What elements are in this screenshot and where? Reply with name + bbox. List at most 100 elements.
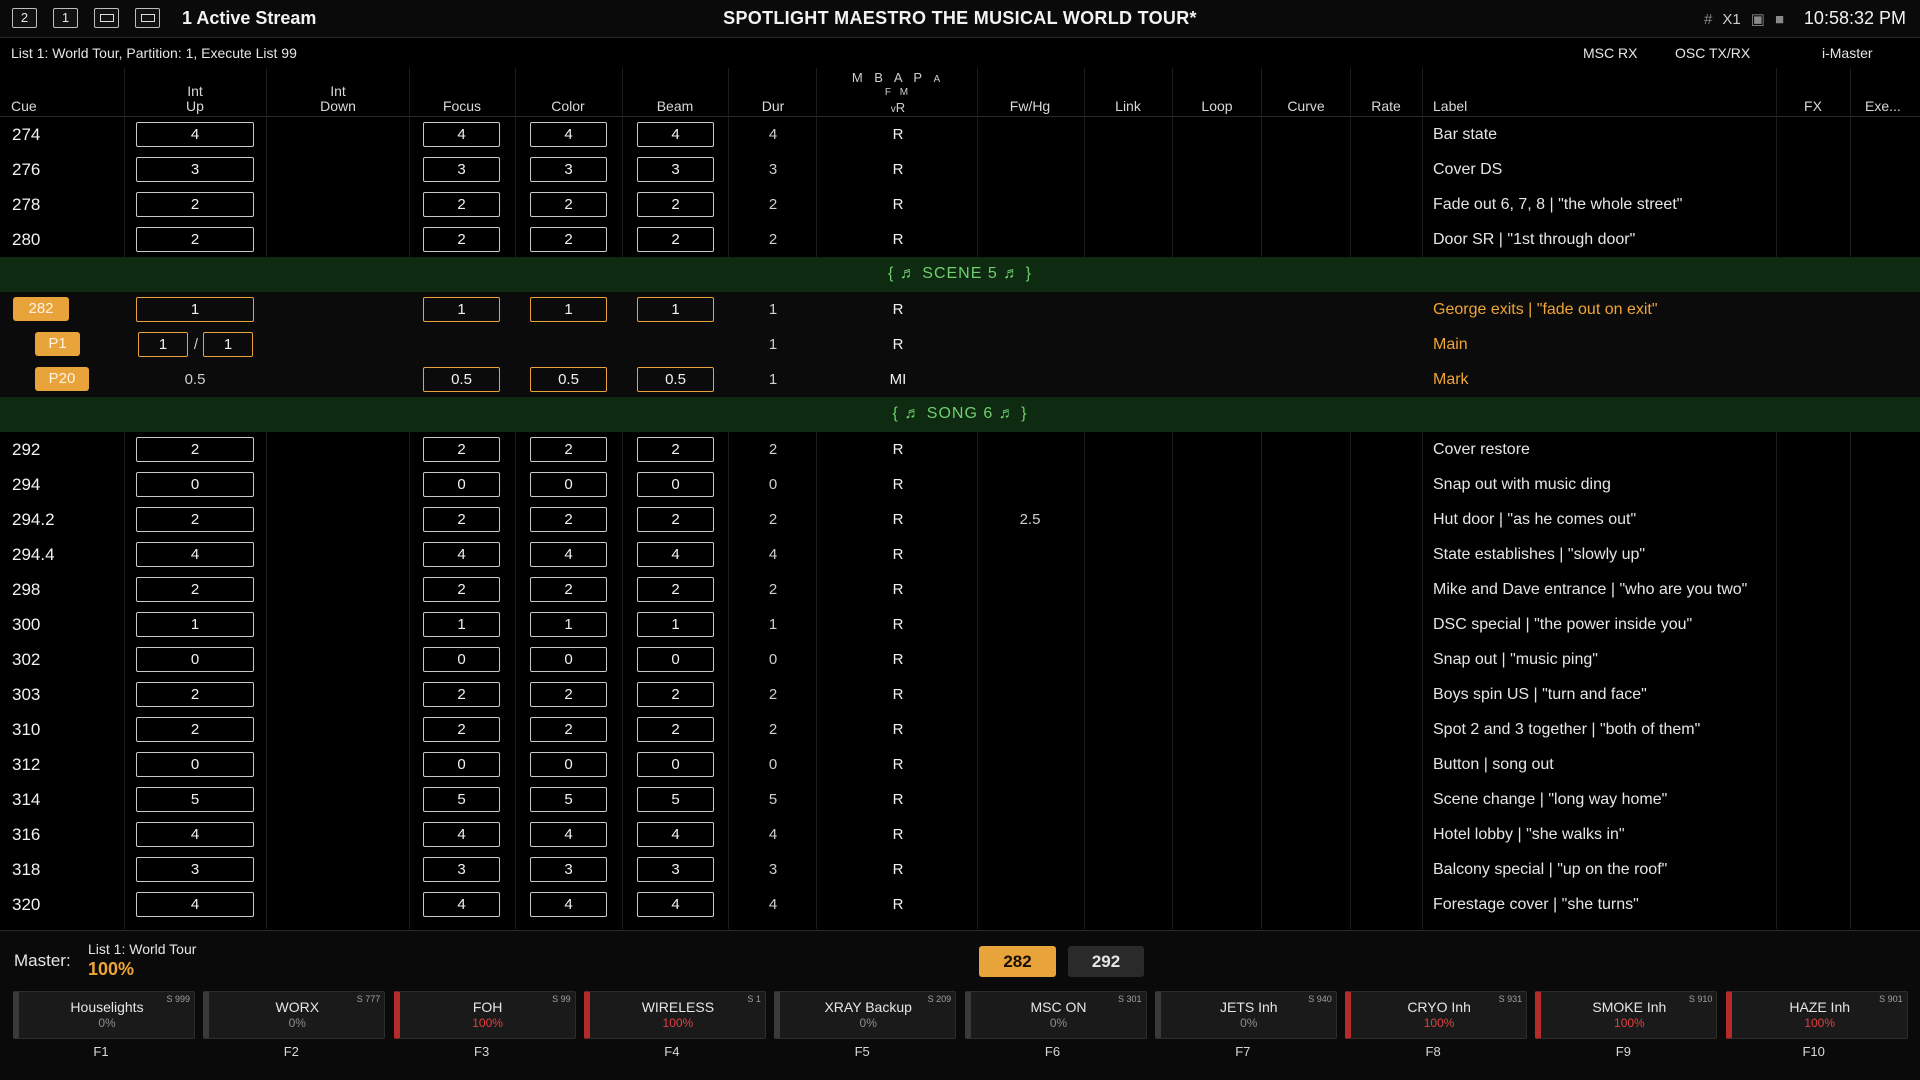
part-badge[interactable]: P20 (35, 367, 89, 391)
cue-label[interactable]: State establishes | "slowly up" (1433, 546, 1645, 564)
fader-button[interactable]: S 940 JETS Inh 0% (1154, 991, 1337, 1039)
cue-number[interactable]: 298 (12, 580, 40, 600)
fader-button[interactable]: S 99 FOH 100% (393, 991, 576, 1039)
active-cue-badge[interactable]: 282 (13, 297, 69, 321)
next-cue-button[interactable]: 292 (1068, 946, 1144, 977)
cue-row[interactable]: 303 2 2 2 2 2 R Boys spin US | "turn and face" (0, 677, 1920, 712)
focus-field[interactable]: 3 (423, 157, 500, 182)
cue-label[interactable]: Mark (1433, 371, 1469, 389)
beam-field[interactable]: 2 (637, 437, 714, 462)
int-up-field[interactable]: 3 (136, 157, 254, 182)
cue-label[interactable]: DSC special | "the power inside you" (1433, 616, 1692, 634)
int-up-field[interactable]: 0 (136, 752, 254, 777)
fader-button[interactable]: S 209 XRAY Backup 0% (774, 991, 957, 1039)
color-field[interactable]: 0.5 (530, 367, 607, 392)
int-up-field[interactable]: 2 (136, 717, 254, 742)
cue-label[interactable]: Spot 2 and 3 together | "both of them" (1433, 721, 1700, 739)
beam-field[interactable]: 2 (637, 577, 714, 602)
focus-field[interactable]: 4 (423, 822, 500, 847)
beam-field[interactable]: 4 (637, 122, 714, 147)
fader-button[interactable]: S 777 WORX 0% (203, 991, 386, 1039)
focus-field[interactable]: 2 (423, 227, 500, 252)
cue-label[interactable]: Hut door | "as he comes out" (1433, 511, 1636, 529)
fader-button[interactable]: S 901 HAZE Inh 100% (1725, 991, 1908, 1039)
col-color[interactable]: Color (528, 99, 608, 114)
int-down-field[interactable]: 1 (203, 332, 253, 357)
cue-label[interactable]: Fade out 6, 7, 8 | "the whole street" (1433, 196, 1682, 214)
col-curve[interactable]: Curve (1266, 99, 1346, 114)
fader-button[interactable]: S 910 SMOKE Inh 100% (1535, 991, 1718, 1039)
beam-field[interactable]: 0 (637, 752, 714, 777)
beam-field[interactable]: 0 (637, 647, 714, 672)
int-up-field[interactable]: 0 (136, 472, 254, 497)
cue-row[interactable]: 274 4 4 4 4 4 R Bar state (0, 117, 1920, 152)
cue-row[interactable]: 276 3 3 3 3 3 R Cover DS (0, 152, 1920, 187)
col-int-down[interactable]: Int Down (268, 84, 408, 114)
cue-row[interactable]: 292 2 2 2 2 2 R Cover restore (0, 432, 1920, 467)
int-up-field[interactable]: 4 (136, 822, 254, 847)
color-field[interactable]: 2 (530, 577, 607, 602)
beam-field[interactable]: 2 (637, 192, 714, 217)
cue-label[interactable]: Scene change | "long way home" (1433, 791, 1667, 809)
cue-number[interactable]: 312 (12, 755, 40, 775)
beam-field[interactable]: 0.5 (637, 367, 714, 392)
beam-field[interactable]: 3 (637, 157, 714, 182)
cue-label[interactable]: Snap out | "music ping" (1433, 651, 1598, 669)
col-cue[interactable]: Cue (11, 99, 37, 114)
color-field[interactable]: 3 (530, 157, 607, 182)
square-icon[interactable]: ▣ (1751, 11, 1765, 28)
focus-field[interactable]: 2 (423, 192, 500, 217)
beam-field[interactable]: 2 (637, 227, 714, 252)
focus-field[interactable]: 4 (423, 542, 500, 567)
active-cue-row[interactable]: 282 1 1 1 1 1 R George exits | "fade out on exi… (0, 292, 1920, 327)
beam-field[interactable]: 2 (637, 717, 714, 742)
color-field[interactable]: 2 (530, 227, 607, 252)
beam-field[interactable]: 4 (637, 822, 714, 847)
cue-number[interactable]: 294 (12, 475, 40, 495)
focus-field[interactable]: 1 (423, 297, 500, 322)
layout-button-2[interactable] (135, 8, 160, 28)
focus-field[interactable]: 2 (423, 682, 500, 707)
beam-field[interactable]: 2 (637, 682, 714, 707)
color-field[interactable]: 4 (530, 822, 607, 847)
cue-number[interactable]: 314 (12, 790, 40, 810)
focus-field[interactable]: 2 (423, 507, 500, 532)
cue-label[interactable]: Main (1433, 336, 1468, 354)
cue-row[interactable]: 316 4 4 4 4 4 R Hotel lobby | "she walks in" (0, 817, 1920, 852)
cue-number[interactable]: 300 (12, 615, 40, 635)
int-up-field[interactable]: 2 (136, 192, 254, 217)
int-up-field[interactable]: 2 (136, 682, 254, 707)
cue-number[interactable]: 294.2 (12, 510, 55, 530)
cue-label[interactable]: Boys spin US | "turn and face" (1433, 686, 1647, 704)
color-field[interactable]: 1 (530, 612, 607, 637)
color-field[interactable]: 2 (530, 717, 607, 742)
focus-field[interactable]: 4 (423, 892, 500, 917)
beam-field[interactable]: 0 (637, 472, 714, 497)
focus-field[interactable]: 2 (423, 437, 500, 462)
color-field[interactable]: 5 (530, 787, 607, 812)
cue-number[interactable]: 294.4 (12, 545, 55, 565)
col-loop[interactable]: Loop (1177, 99, 1257, 114)
cue-number[interactable]: 278 (12, 195, 40, 215)
col-mbap[interactable]: M B A P A (846, 70, 950, 85)
imaster-indicator[interactable]: i-Master (1822, 45, 1873, 61)
cue-row[interactable]: 298 2 2 2 2 2 R Mike and Dave entrance | "who a… (0, 572, 1920, 607)
color-field[interactable]: 2 (530, 507, 607, 532)
focus-field[interactable]: 1 (423, 612, 500, 637)
focus-field[interactable]: 4 (423, 122, 500, 147)
col-rate[interactable]: Rate (1346, 99, 1426, 114)
int-up-field[interactable]: 4 (136, 892, 254, 917)
int-up-field[interactable]: 4 (136, 122, 254, 147)
beam-field[interactable]: 4 (637, 892, 714, 917)
focus-field[interactable]: 2 (423, 577, 500, 602)
int-up-field[interactable]: 2 (136, 577, 254, 602)
grid-icon[interactable]: # (1704, 11, 1712, 28)
focus-field[interactable]: 5 (423, 787, 500, 812)
cue-row[interactable]: 310 2 2 2 2 2 R Spot 2 and 3 together | "both o… (0, 712, 1920, 747)
cue-row[interactable]: 294.4 4 4 4 4 4 R State establishes | "slowly u… (0, 537, 1920, 572)
col-exe[interactable]: Exe... (1865, 99, 1915, 114)
cue-label[interactable]: Door SR | "1st through door" (1433, 231, 1635, 249)
color-field[interactable]: 4 (530, 122, 607, 147)
cue-label[interactable]: Balcony special | "up on the roof" (1433, 861, 1667, 879)
scene-divider[interactable]: { ♬ SONG 6 ♬ } (0, 397, 1920, 432)
